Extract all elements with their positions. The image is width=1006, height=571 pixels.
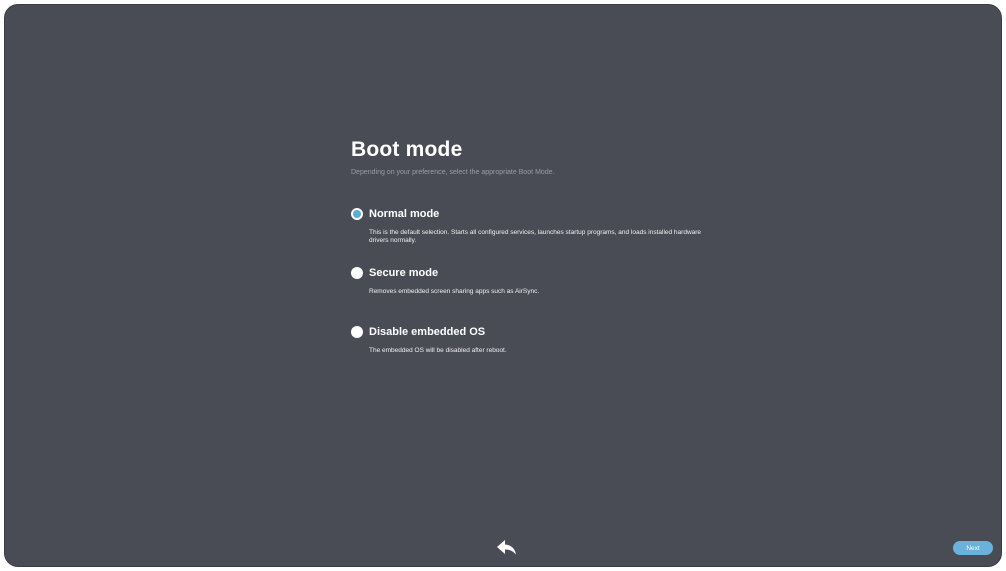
option-desc-disable-embedded-os: The embedded OS will be disabled after r… bbox=[369, 347, 507, 354]
page-subtitle: Depending on your preference, select the… bbox=[351, 169, 555, 176]
option-desc-secure-mode: Removes embedded screen sharing apps suc… bbox=[369, 288, 540, 295]
option-normal-mode-head[interactable]: Normal mode bbox=[351, 208, 711, 220]
next-button[interactable]: Next bbox=[953, 541, 993, 555]
boot-mode-screen: Boot mode Depending on your preference, … bbox=[4, 4, 1002, 567]
option-disable-embedded-os-head[interactable]: Disable embedded OS bbox=[351, 326, 711, 338]
radio-disable-embedded-os[interactable] bbox=[351, 326, 363, 338]
page-title: Boot mode bbox=[351, 138, 463, 161]
option-label-disable-embedded-os: Disable embedded OS bbox=[369, 326, 486, 338]
back-button[interactable] bbox=[496, 538, 518, 556]
back-arrow-icon bbox=[497, 540, 516, 555]
option-label-normal-mode: Normal mode bbox=[369, 208, 440, 220]
option-secure-mode-head[interactable]: Secure mode bbox=[351, 267, 711, 279]
option-desc-normal-mode: This is the default selection. Starts al… bbox=[369, 229, 702, 244]
boot-mode-panel: Boot mode Depending on your preference, … bbox=[351, 137, 711, 177]
radio-secure-mode[interactable] bbox=[351, 267, 363, 279]
option-disable-embedded-os[interactable]: Disable embedded OS The embedded OS will… bbox=[351, 326, 711, 355]
option-secure-mode[interactable]: Secure mode Removes embedded screen shar… bbox=[351, 267, 711, 296]
option-normal-mode[interactable]: Normal mode This is the default selectio… bbox=[351, 208, 711, 245]
option-label-secure-mode: Secure mode bbox=[369, 267, 439, 279]
radio-normal-mode[interactable] bbox=[351, 208, 363, 220]
